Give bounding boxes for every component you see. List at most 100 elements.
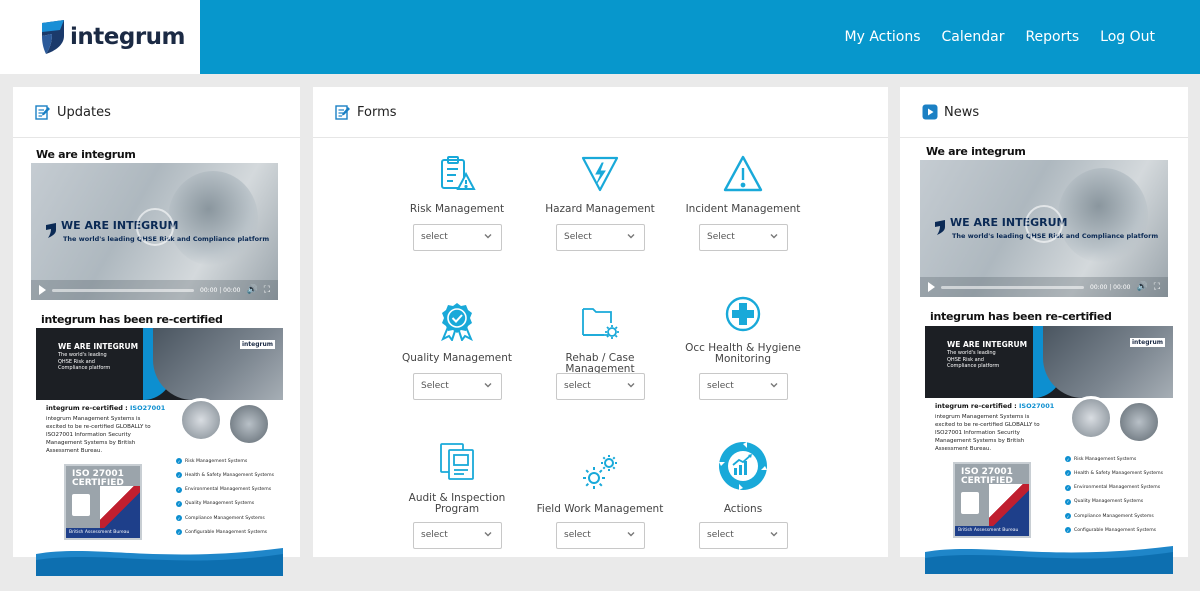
field-work-management-select[interactable]: select <box>556 522 645 549</box>
video-face-image <box>1058 168 1148 263</box>
volume-icon[interactable]: 🔊 <box>1136 282 1147 292</box>
poster-logo: integrum <box>239 340 275 349</box>
occ-health-hygiene-select[interactable]: select <box>699 373 788 400</box>
audit-document-icon <box>440 443 474 480</box>
gears-icon <box>583 455 617 489</box>
form-label: Quality Management <box>401 352 513 364</box>
nav-my-actions[interactable]: My Actions <box>845 29 921 45</box>
form-rehab-case-management: Rehab / Case Management select <box>530 301 670 400</box>
chevron-down-icon <box>484 383 492 388</box>
shield-logo-icon <box>42 20 64 54</box>
poster-list: Risk Management Systems Health & Safety … <box>176 458 274 544</box>
cert-footer: British Assessment Bureau <box>955 526 1029 536</box>
ukas-icon <box>72 494 90 516</box>
updates-title: Updates <box>57 104 111 120</box>
actions-select[interactable]: select <box>699 522 788 549</box>
nav-reports[interactable]: Reports <box>1025 29 1079 45</box>
poster-body: integrum Management Systems is excited t… <box>46 416 151 454</box>
form-label: Rehab / Case Management <box>565 352 635 375</box>
post-title: integrum has been re-certified <box>930 310 1112 323</box>
quality-badge-icon <box>441 303 473 341</box>
form-risk-management: Risk Management select <box>387 154 527 251</box>
edit-note-icon <box>35 105 50 120</box>
video-player[interactable]: WE ARE INTEGRUM The world's leading QHSE… <box>920 160 1168 297</box>
chevron-down-icon <box>627 383 635 388</box>
cert-footer: British Assessment Bureau <box>66 528 140 538</box>
select-value: Select <box>564 232 592 242</box>
poster-photo <box>1117 400 1161 444</box>
main-nav: My Actions Calendar Reports Log Out <box>845 0 1155 74</box>
forms-title: Forms <box>357 104 397 120</box>
logo[interactable]: integrum <box>0 0 200 74</box>
video-face-image <box>168 171 258 266</box>
poster-heading-text: integrum re-certified : <box>935 402 1017 410</box>
folder-gear-icon <box>582 308 619 339</box>
quality-management-select[interactable]: Select <box>413 373 502 400</box>
poster-wave <box>36 548 283 576</box>
poster-laptop-image <box>1043 326 1173 398</box>
play-icon[interactable] <box>39 285 46 295</box>
rehab-case-management-select[interactable]: select <box>556 373 645 400</box>
electric-hazard-icon <box>581 156 619 192</box>
incident-management-select[interactable]: Select <box>699 224 788 251</box>
list-item: Configurable Management Systems <box>176 529 274 535</box>
audit-inspection-select[interactable]: select <box>413 522 502 549</box>
news-panel: News We are integrum WE ARE INTEGRUM The… <box>900 87 1188 574</box>
chevron-down-icon <box>484 234 492 239</box>
forms-header: Forms <box>313 87 888 138</box>
list-item: Risk Management Systems <box>1065 456 1163 462</box>
select-value: select <box>707 530 734 540</box>
chevron-down-icon <box>770 532 778 537</box>
list-item: Risk Management Systems <box>176 458 274 464</box>
chevron-down-icon <box>770 383 778 388</box>
shield-icon <box>935 220 945 235</box>
poster-photo <box>227 402 271 446</box>
select-value: select <box>707 381 734 391</box>
edit-note-icon <box>335 105 350 120</box>
form-hazard-management: Hazard Management Select <box>530 154 670 251</box>
video-time: 00:00 | 00:00 <box>200 286 241 294</box>
video-player[interactable]: WE ARE INTEGRUM The world's leading QHSE… <box>31 163 278 300</box>
medical-cross-icon <box>725 296 761 332</box>
select-value: select <box>421 232 448 242</box>
play-icon[interactable] <box>928 282 935 292</box>
form-label: Occ Health & Hygiene Monitoring <box>685 342 801 365</box>
poster-body: integrum Management Systems is excited t… <box>935 414 1040 452</box>
video-controls: 00:00 | 00:00 🔊 ⛶ <box>31 280 278 300</box>
video-time: 00:00 | 00:00 <box>1090 283 1131 291</box>
nav-calendar[interactable]: Calendar <box>942 29 1005 45</box>
poster-tagline: The world's leading QHSE Risk and Compli… <box>947 350 1000 369</box>
risk-management-select[interactable]: select <box>413 224 502 251</box>
form-label: Incident Management <box>685 203 801 215</box>
video-play-overlay[interactable] <box>1025 205 1063 243</box>
volume-icon[interactable]: 🔊 <box>246 285 257 295</box>
hazard-management-select[interactable]: Select <box>556 224 645 251</box>
list-item: Quality Management Systems <box>1065 499 1163 505</box>
certification-poster: WE ARE INTEGRUM The world's leading QHSE… <box>925 326 1173 574</box>
nav-log-out[interactable]: Log Out <box>1100 29 1155 45</box>
top-bar: My Actions Calendar Reports Log Out <box>200 0 1200 74</box>
fullscreen-icon[interactable]: ⛶ <box>264 285 270 295</box>
forms-panel: Forms Risk Management select Hazard Mana… <box>313 87 888 557</box>
video-play-overlay[interactable] <box>136 208 174 246</box>
poster-photo <box>179 398 223 442</box>
logo-text: integrum <box>70 24 186 50</box>
poster-brand: WE ARE INTEGRUM <box>947 340 1028 349</box>
list-item: Compliance Management Systems <box>1065 513 1163 519</box>
certification-poster: WE ARE INTEGRUM The world's leading QHSE… <box>36 328 283 576</box>
select-value: select <box>564 530 591 540</box>
video-progress-bar[interactable] <box>52 288 195 292</box>
poster-heading-highlight: ISO27001 <box>1019 402 1055 410</box>
clipboard-warning-icon <box>441 156 476 190</box>
news-title: News <box>944 104 980 120</box>
list-item: Health & Safety Management Systems <box>1065 470 1163 476</box>
video-progress-bar[interactable] <box>941 285 1085 289</box>
list-item: Health & Safety Management Systems <box>176 472 274 478</box>
iso-certificate-badge: ISO 27001 CERTIFIED British Assessment Bu… <box>64 464 142 540</box>
poster-heading: integrum re-certified : ISO27001 <box>935 402 1054 410</box>
fullscreen-icon[interactable]: ⛶ <box>1154 282 1160 292</box>
union-flag-icon <box>100 486 140 530</box>
play-square-icon <box>922 104 938 120</box>
union-flag-icon <box>989 484 1029 528</box>
form-label: Hazard Management <box>545 203 655 215</box>
